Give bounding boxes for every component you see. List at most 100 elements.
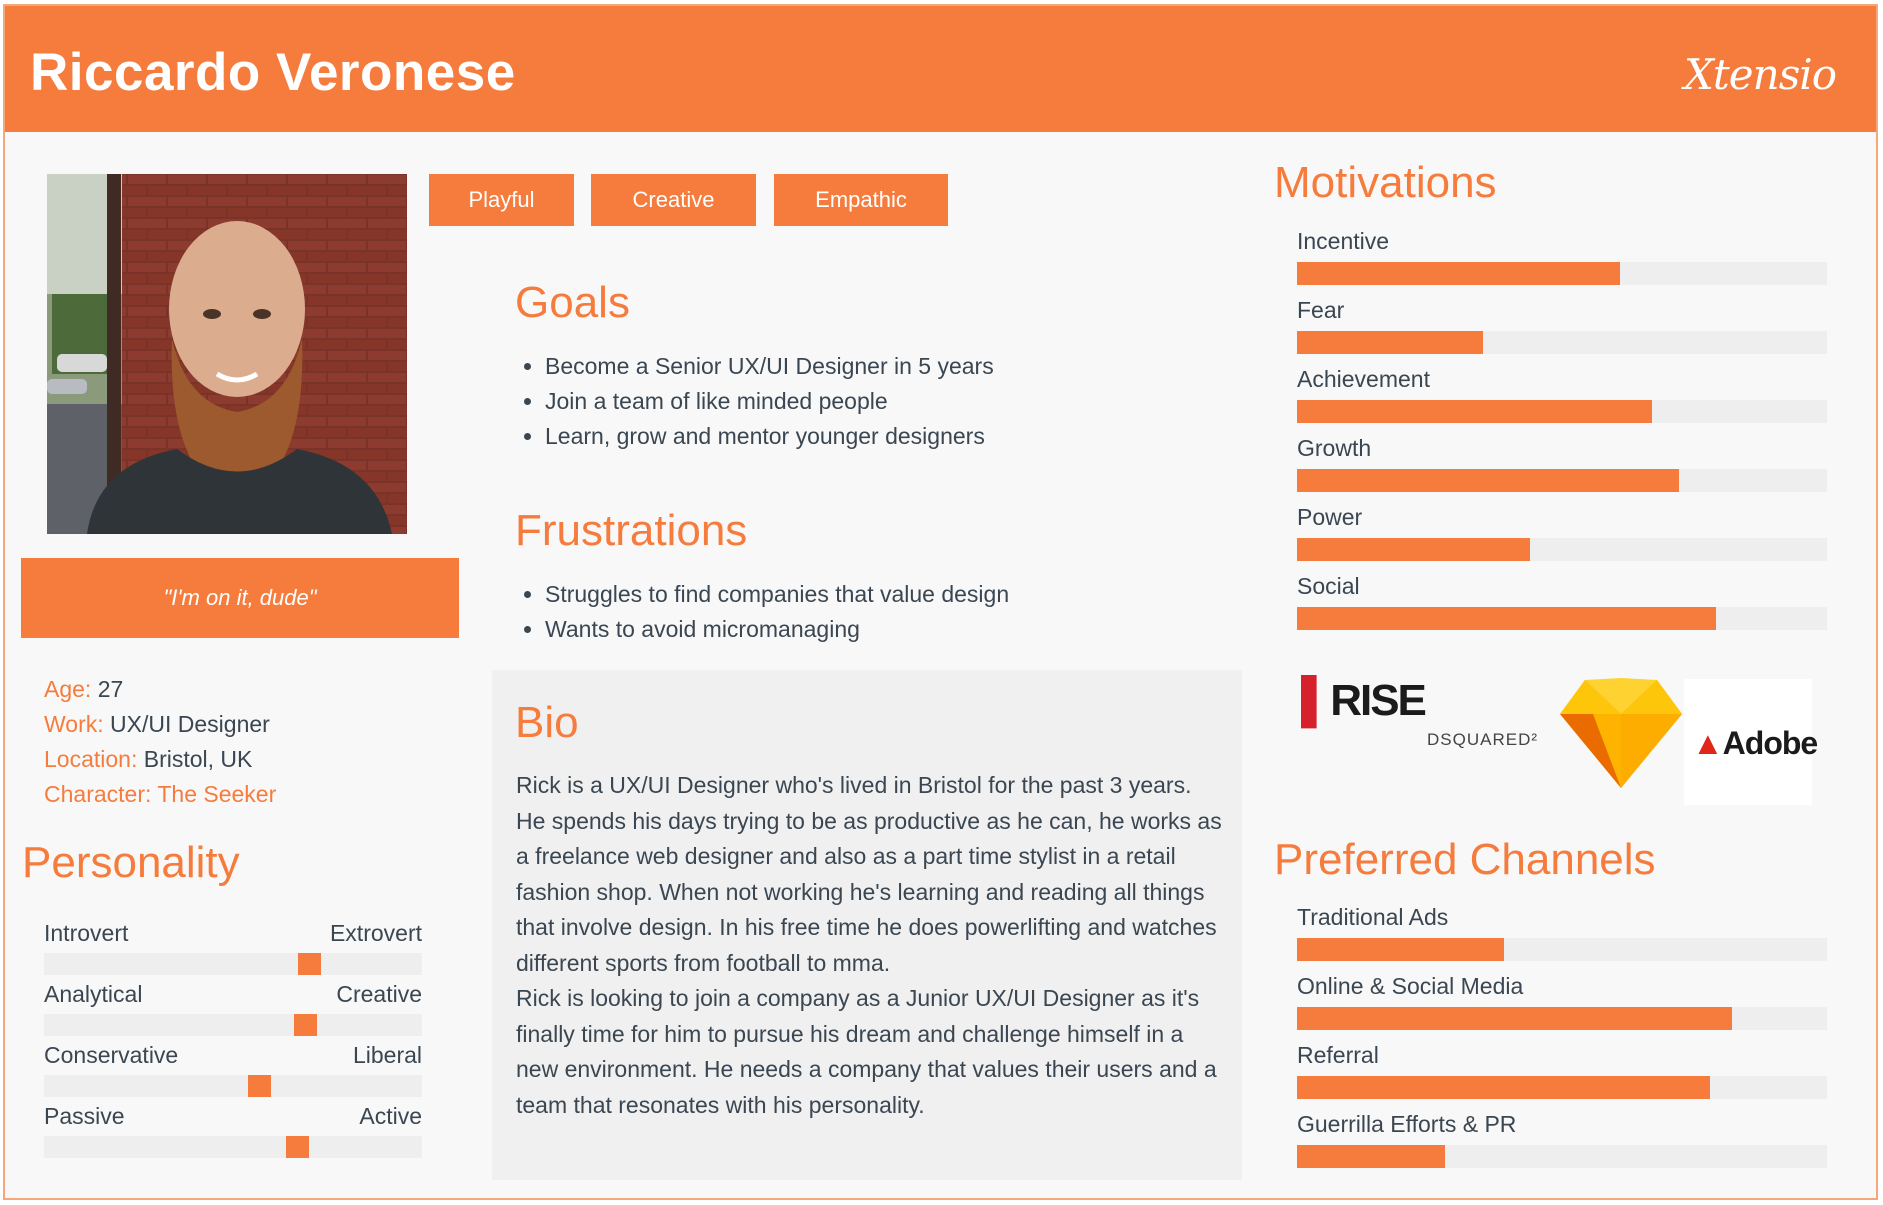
motivation-fill [1297,607,1716,630]
channel-meter: Traditional Ads [1297,904,1827,973]
personality-trait: Passive Active [44,1103,422,1164]
personality-trait: Conservative Liberal [44,1042,422,1103]
goals-list: Become a Senior UX/UI Designer in 5 year… [521,349,994,454]
persona-card: Riccardo Veronese Xtensio "I'm on it, du… [3,4,1878,1200]
motivation-meter: Growth [1297,435,1827,504]
frustration-item: Wants to avoid micromanaging [545,612,1009,647]
motivation-meter: Fear [1297,297,1827,366]
trait-slider-track[interactable] [44,1136,422,1158]
motivation-track [1297,538,1827,561]
trait-left-label: Introvert [44,920,129,946]
trait-slider-handle[interactable] [286,1136,310,1158]
channel-track [1297,1076,1827,1099]
channel-track [1297,1007,1827,1030]
dsquared-logo: DSQUARED² [1427,730,1539,749]
bio-text: Rick is a UX/UI Designer who's lived in … [516,768,1226,1123]
channel-fill [1297,1076,1711,1099]
channel-fill [1297,938,1504,961]
bio-paragraph: Rick is looking to join a company as a J… [516,985,1217,1118]
bio-paragraph: Rick is a UX/UI Designer who's lived in … [516,772,1222,976]
channel-track [1297,1145,1827,1168]
motivation-meter: Social [1297,573,1827,642]
detail-work: Work: UX/UI Designer [44,711,270,737]
motivation-label: Social [1297,573,1360,599]
motivations-heading: Motivations [1274,158,1497,207]
profile-photo [47,174,407,534]
motivation-meter: Achievement [1297,366,1827,435]
channel-meter: Guerrilla Efforts & PR [1297,1111,1827,1180]
trait-left-label: Analytical [44,981,143,1007]
brand-logo[interactable]: Xtensio [1684,50,1837,99]
trait-slider-handle[interactable] [297,953,321,975]
bio-panel: Bio Rick is a UX/UI Designer who's lived… [492,670,1242,1180]
detail-age: Age: 27 [44,676,124,702]
rise-mark-icon: ▌ [1301,676,1332,725]
trait-slider-handle[interactable] [248,1075,272,1097]
goals-heading: Goals [515,278,630,327]
personality-heading: Personality [22,838,240,887]
persona-quote: "I'm on it, dude" [21,558,459,638]
motivation-track [1297,262,1827,285]
motivation-fill [1297,400,1653,423]
frustration-item: Struggles to find companies that value d… [545,577,1009,612]
frustrations-list: Struggles to find companies that value d… [521,577,1009,647]
motivation-track [1297,400,1827,423]
personality-trait: Analytical Creative [44,981,422,1042]
trait-slider-track[interactable] [44,1014,422,1036]
motivation-fill [1297,469,1679,492]
channel-label: Referral [1297,1042,1379,1068]
tag-playful[interactable]: Playful [429,174,574,226]
trait-slider-track[interactable] [44,1075,422,1097]
motivation-label: Achievement [1297,366,1430,392]
motivation-label: Incentive [1297,228,1390,254]
channel-fill [1297,1145,1446,1168]
motivation-fill [1297,262,1621,285]
motivation-label: Power [1297,504,1363,530]
persona-details: Age: 27 Work: UX/UI Designer Location: B… [44,672,276,812]
detail-character: Character: The Seeker [44,781,277,807]
personality-sliders: Introvert Extrovert Analytical Creative Cons… [44,920,422,1164]
motivation-fill [1297,538,1531,561]
channel-meter: Online & Social Media [1297,973,1827,1042]
motivation-meter: Incentive [1297,228,1827,297]
detail-location: Location: Bristol, UK [44,746,253,772]
tag-creative[interactable]: Creative [591,174,756,226]
motivation-meters: Incentive Fear Achievement Growth Power Socia… [1297,228,1827,642]
channel-label: Traditional Ads [1297,904,1449,930]
motivation-label: Fear [1297,297,1345,323]
bio-heading: Bio [515,698,579,747]
trait-left-label: Conservative [44,1042,179,1068]
motivation-track [1297,607,1827,630]
trait-left-label: Passive [44,1103,125,1129]
goal-item: Become a Senior UX/UI Designer in 5 year… [545,349,994,384]
rise-logo: ▌RISE [1301,676,1427,725]
header-bar: Riccardo Veronese Xtensio [5,6,1876,132]
motivation-track [1297,331,1827,354]
channel-meter: Referral [1297,1042,1827,1111]
trait-right-label: Liberal [352,1042,422,1068]
motivation-fill [1297,331,1483,354]
goal-item: Join a team of like minded people [545,384,994,419]
trait-right-label: Creative [336,981,422,1007]
trait-slider-track[interactable] [44,953,422,975]
personality-trait: Introvert Extrovert [44,920,422,981]
sketch-logo-icon [1558,676,1684,796]
channel-label: Online & Social Media [1297,973,1524,999]
channel-fill [1297,1007,1732,1030]
trait-slider-handle[interactable] [293,1014,317,1036]
motivation-meter: Power [1297,504,1827,573]
persona-name: Riccardo Veronese [30,43,516,102]
tag-empathic[interactable]: Empathic [774,174,948,226]
channel-label: Guerrilla Efforts & PR [1297,1111,1517,1137]
channel-track [1297,938,1827,961]
adobe-mark-icon: ▲ [1692,725,1724,761]
goal-item: Learn, grow and mentor younger designers [545,419,994,454]
motivation-track [1297,469,1827,492]
channels-heading: Preferred Channels [1274,835,1656,884]
trait-right-label: Active [359,1103,422,1129]
motivation-label: Growth [1297,435,1372,461]
channel-meters: Traditional Ads Online & Social Media Refe… [1297,904,1827,1180]
adobe-logo: ▲Adobe [1684,679,1818,805]
frustrations-heading: Frustrations [515,506,748,555]
trait-right-label: Extrovert [329,920,422,946]
